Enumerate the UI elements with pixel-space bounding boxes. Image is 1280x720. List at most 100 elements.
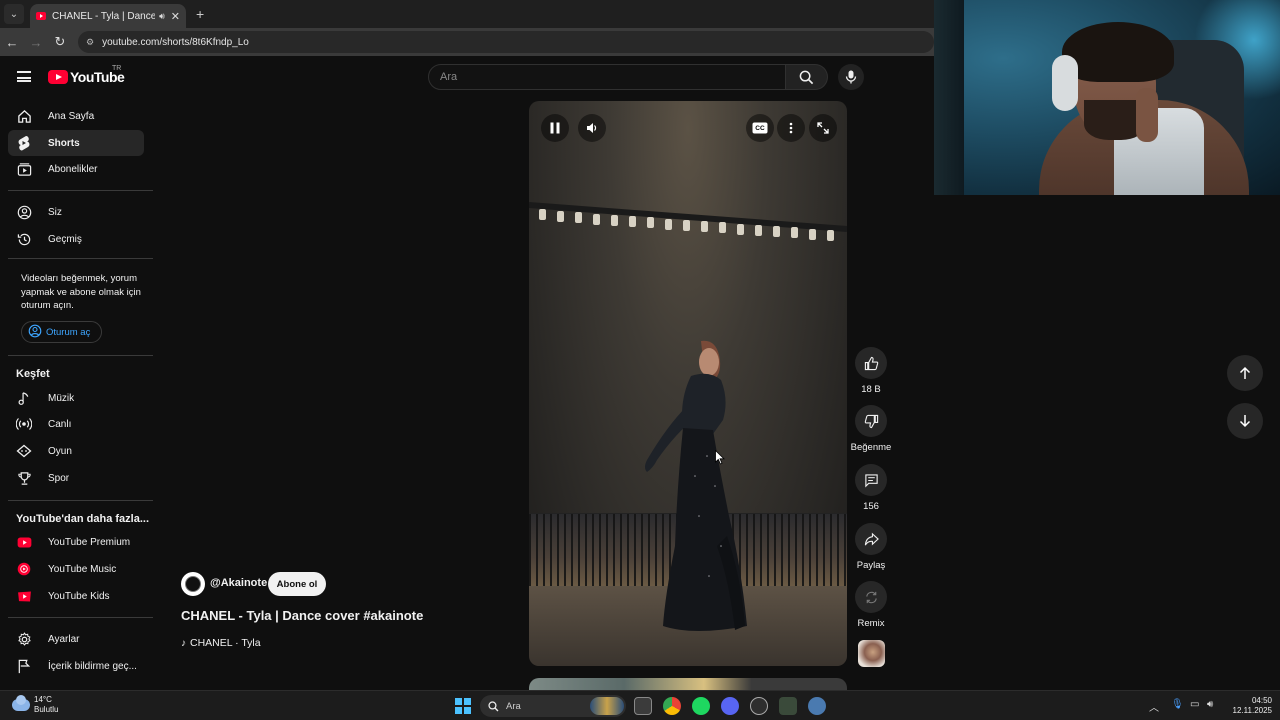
sidebar-item-label: Geçmiş xyxy=(48,233,82,245)
account-circle-icon xyxy=(28,324,42,341)
sidebar-item-report-history[interactable]: İçerik bildirme geç... xyxy=(8,653,144,679)
signin-prompt: Videoları beğenmek, yorum yapmak ve abon… xyxy=(21,273,141,311)
obs-icon[interactable] xyxy=(750,697,768,715)
sidebar-item-settings[interactable]: Ayarlar xyxy=(8,626,144,652)
more-vertical-icon xyxy=(789,122,793,134)
share-button[interactable] xyxy=(855,523,887,555)
app-window-icon[interactable] xyxy=(779,697,797,715)
speaker-icon[interactable]: 🔊︎ xyxy=(159,11,165,22)
sidebar-item-youtube-premium[interactable]: YouTube Premium xyxy=(8,529,144,555)
tray-display-icon[interactable]: ▭ xyxy=(1190,699,1199,710)
search-button[interactable] xyxy=(786,64,828,90)
shorts-video-player[interactable]: CC xyxy=(529,101,847,666)
shorts-icon xyxy=(16,135,32,151)
voice-search-button[interactable] xyxy=(838,64,864,90)
audio-source-thumbnail[interactable] xyxy=(858,640,885,667)
taskbar-clock[interactable]: 04:50 12.11.2025 xyxy=(1222,696,1272,716)
subscribe-button[interactable]: Abone ol xyxy=(268,572,326,596)
reload-icon[interactable]: ↻ xyxy=(48,34,72,50)
sidebar-item-youtube-music[interactable]: YouTube Music xyxy=(8,556,144,582)
next-short-preview[interactable] xyxy=(529,678,847,690)
back-icon[interactable]: ← xyxy=(0,35,24,50)
like-button[interactable] xyxy=(855,347,887,379)
sidebar-divider xyxy=(8,190,153,191)
tray-volume-icon[interactable]: 🔊︎ xyxy=(1207,699,1213,710)
share-action: Paylaş xyxy=(854,523,888,571)
music-note-icon: ♪ xyxy=(181,637,186,649)
audio-track-label: CHANEL · Tyla xyxy=(190,637,261,649)
fullscreen-button[interactable] xyxy=(809,114,837,142)
video-title[interactable]: CHANEL - Tyla | Dance cover #akainote xyxy=(181,608,423,623)
gaming-icon xyxy=(16,443,32,459)
arrow-down-icon xyxy=(1239,415,1251,428)
volume-button[interactable] xyxy=(578,114,606,142)
site-settings-icon[interactable]: ⚙︎ xyxy=(86,37,94,48)
chrome-icon[interactable] xyxy=(663,697,681,715)
more-options-button[interactable] xyxy=(777,114,805,142)
sidebar-item-live[interactable]: Canlı xyxy=(8,411,144,437)
mouse-cursor-icon xyxy=(715,450,725,465)
tab-title: CHANEL - Tyla | Dance cove xyxy=(52,10,156,22)
channel-handle[interactable]: @Akainote xyxy=(210,577,267,589)
address-bar[interactable]: ⚙︎ youtube.com/shorts/8t6Kfndp_Lo xyxy=(78,31,934,53)
sidebar-item-label: Oyun xyxy=(48,445,72,457)
sidebar-divider xyxy=(8,617,153,618)
task-view-icon[interactable] xyxy=(634,697,652,715)
sidebar-item-label: Abonelikler xyxy=(48,163,98,175)
taskbar-search[interactable]: Ara xyxy=(480,695,626,717)
remix-label: Remix xyxy=(857,618,885,629)
channel-avatar[interactable] xyxy=(181,572,205,596)
sidebar-item-subscriptions[interactable]: Abonelikler xyxy=(8,156,144,182)
audio-track-link[interactable]: ♪ CHANEL · Tyla xyxy=(181,637,261,649)
sidebar-divider xyxy=(8,355,153,356)
sidebar-item-music[interactable]: Müzik xyxy=(8,385,144,411)
account-icon xyxy=(16,204,32,220)
music-icon xyxy=(16,390,32,406)
youtube-music-icon xyxy=(16,561,32,577)
settings-app-icon[interactable] xyxy=(808,697,826,715)
menu-icon[interactable] xyxy=(17,71,31,82)
sidebar-item-label: Ayarlar xyxy=(48,633,80,645)
sidebar-item-home[interactable]: Ana Sayfa xyxy=(8,103,144,129)
browser-tab-strip: ⌄ CHANEL - Tyla | Dance cove 🔊︎ ✕ + xyxy=(0,0,934,28)
comments-button[interactable] xyxy=(855,464,887,496)
signin-button[interactable]: Oturum aç xyxy=(21,321,102,343)
search-input[interactable]: Ara xyxy=(428,64,786,90)
region-code: TR xyxy=(112,65,122,72)
discord-icon[interactable] xyxy=(721,697,739,715)
sidebar-item-label: Canlı xyxy=(48,418,72,430)
home-icon xyxy=(16,108,32,124)
sidebar-item-shorts[interactable]: Shorts xyxy=(8,130,144,156)
weather-widget[interactable]: 14°C Bulutlu xyxy=(12,695,58,715)
close-tab-icon[interactable]: ✕ xyxy=(171,10,180,23)
sidebar-item-gaming[interactable]: Oyun xyxy=(8,438,144,464)
sidebar-item-sports[interactable]: Spor xyxy=(8,465,144,491)
sidebar-item-label: Müzik xyxy=(48,392,75,404)
previous-short-button[interactable] xyxy=(1227,355,1263,391)
sidebar-item-history[interactable]: Geçmiş xyxy=(8,226,144,252)
sidebar-item-youtube-kids[interactable]: YouTube Kids xyxy=(8,583,144,609)
tray-chevron-icon[interactable]: ︿ xyxy=(1149,699,1159,714)
remix-button[interactable] xyxy=(855,581,887,613)
youtube-logo[interactable]: YouTube TR xyxy=(48,65,125,85)
tray-microphone-icon[interactable]: 🎙︎ xyxy=(1171,699,1184,710)
sidebar-item-label: YouTube Kids xyxy=(48,590,110,602)
browser-tab-active[interactable]: CHANEL - Tyla | Dance cove 🔊︎ ✕ xyxy=(30,4,186,28)
tab-search-icon[interactable]: ⌄ xyxy=(4,4,24,24)
windows-start-icon[interactable] xyxy=(455,698,471,714)
spotify-icon[interactable] xyxy=(692,697,710,715)
search-icon xyxy=(799,70,814,84)
like-action: 18 B xyxy=(854,347,888,395)
captions-button[interactable]: CC xyxy=(746,114,774,142)
sidebar-item-you[interactable]: Siz xyxy=(8,199,144,225)
next-short-button[interactable] xyxy=(1227,403,1263,439)
forward-icon[interactable]: → xyxy=(24,35,48,50)
pause-button[interactable] xyxy=(541,114,569,142)
dislike-button[interactable] xyxy=(855,405,887,437)
url-text: youtube.com/shorts/8t6Kfndp_Lo xyxy=(102,36,249,48)
dancer-figure xyxy=(645,340,747,631)
search-highlight-badge xyxy=(590,697,624,715)
dislike-label: Beğenme xyxy=(850,442,892,453)
new-tab-icon[interactable]: + xyxy=(196,6,204,22)
search-bar: Ara xyxy=(428,64,828,90)
